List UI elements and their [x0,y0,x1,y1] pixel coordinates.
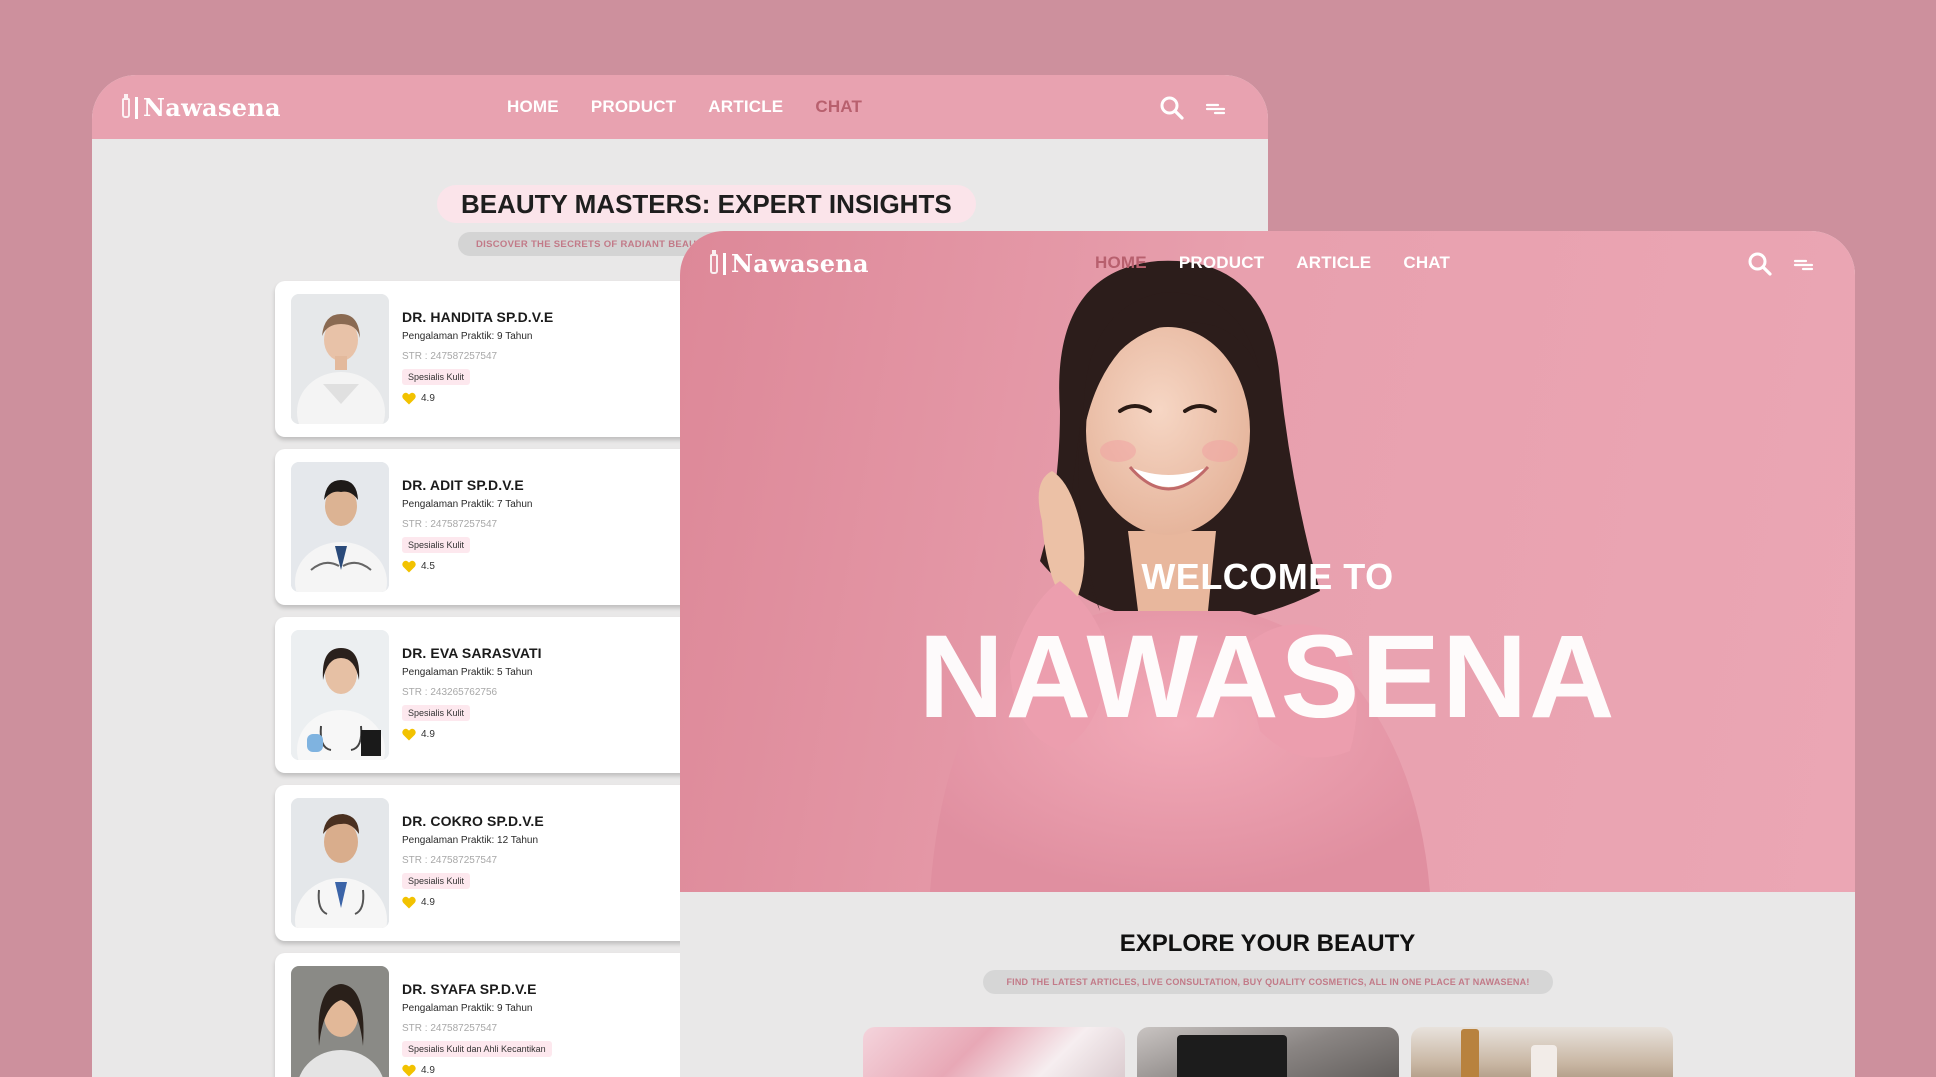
doctor-card[interactable]: DR. SYAFA SP.D.V.E Pengalaman Praktik: 9… [275,953,723,1077]
heart-icon [402,392,416,405]
search-icon[interactable] [1159,95,1185,121]
hero-banner: WELCOME TO NAWASENA [680,231,1855,892]
doctor-rating: 4.5 [402,560,435,573]
doctor-photo [291,798,389,928]
logo-bottle-icon [122,93,130,118]
doctor-rating: 4.9 [402,896,435,909]
laptop-screen [1177,1035,1287,1077]
doctor-photo [291,294,389,424]
doctor-card[interactable]: DR. EVA SARASVATI Pengalaman Praktik: 5 … [275,617,723,773]
feature-card-articles[interactable] [863,1027,1125,1077]
doctor-experience: Pengalaman Praktik: 12 Tahun [402,835,539,846]
doctor-card[interactable]: DR. HANDITA SP.D.V.E Pengalaman Praktik:… [275,281,723,437]
home-window: WELCOME TO NAWASENA Nawasena HOME PRODUC… [680,231,1855,1077]
doctor-photo [291,966,389,1077]
explore-subtitle: FIND THE LATEST ARTICLES, LIVE CONSULTAT… [983,970,1553,994]
nav-chat[interactable]: CHAT [1403,253,1450,273]
rating-value: 4.9 [421,897,435,908]
search-icon[interactable] [1747,251,1773,277]
doctor-str: STR : 247587257547 [402,519,498,530]
logo-bottle-icon [710,249,718,274]
menu-icon[interactable] [1791,251,1817,277]
doctor-experience: Pengalaman Praktik: 5 Tahun [402,667,533,678]
heart-icon [402,1064,416,1077]
heart-icon [402,896,416,909]
heart-icon [402,560,416,573]
logo-divider [723,252,726,275]
heart-icon [402,728,416,741]
logo[interactable]: Nawasena [710,249,869,278]
rating-value: 4.9 [421,393,435,404]
hero-title: NAWASENA [918,611,1617,743]
nav-product[interactable]: PRODUCT [1179,253,1264,273]
doctor-name: DR. COKRO SP.D.V.E [402,813,544,829]
doctor-photo [291,630,389,760]
logo[interactable]: Nawasena [122,93,281,122]
nav-menu: HOME PRODUCT ARTICLE CHAT [1095,231,1450,295]
logo-divider [135,96,138,119]
doctor-rating: 4.9 [402,1064,435,1077]
navbar: Nawasena HOME PRODUCT ARTICLE CHAT [680,231,1855,295]
rating-value: 4.5 [421,561,435,572]
doctor-str: STR : 243265762756 [402,687,498,698]
nav-chat[interactable]: CHAT [815,97,862,117]
doctor-str: STR : 247587257547 [402,1023,498,1034]
nav-menu: HOME PRODUCT ARTICLE CHAT [507,75,862,139]
doctor-str: STR : 247587257547 [402,855,498,866]
doctor-card[interactable]: DR. COKRO SP.D.V.E Pengalaman Praktik: 1… [275,785,723,941]
hero-welcome-text: WELCOME TO [1141,556,1394,597]
specialty-badge: Spesialis Kulit [402,369,471,385]
product-bottle [1461,1029,1479,1077]
product-jar [1531,1045,1557,1077]
doctor-str: STR : 247587257547 [402,351,498,362]
doctor-card[interactable]: DR. ADIT SP.D.V.E Pengalaman Praktik: 7 … [275,449,723,605]
specialty-badge: Spesialis Kulit dan Ahli Kecantikan [402,1041,552,1057]
feature-card-cosmetics[interactable] [1411,1027,1673,1077]
doctor-rating: 4.9 [402,728,435,741]
specialty-badge: Spesialis Kulit [402,705,471,721]
doctor-name: DR. HANDITA SP.D.V.E [402,309,554,325]
doctor-name: DR. EVA SARASVATI [402,645,542,661]
feature-card-consultation[interactable] [1137,1027,1399,1077]
rating-value: 4.9 [421,729,435,740]
nav-product[interactable]: PRODUCT [591,97,676,117]
specialty-badge: Spesialis Kulit [402,537,471,553]
doctor-experience: Pengalaman Praktik: 7 Tahun [402,499,533,510]
section-title: BEAUTY MASTERS: EXPERT INSIGHTS [437,185,976,223]
logo-text: Nawasena [731,249,869,278]
navbar: Nawasena HOME PRODUCT ARTICLE CHAT [92,75,1268,139]
logo-text: Nawasena [143,93,281,122]
doctor-name: DR. ADIT SP.D.V.E [402,477,524,493]
doctor-experience: Pengalaman Praktik: 9 Tahun [402,331,533,342]
nav-home[interactable]: HOME [507,97,559,117]
doctor-rating: 4.9 [402,392,435,405]
nav-article[interactable]: ARTICLE [708,97,783,117]
nav-article[interactable]: ARTICLE [1296,253,1371,273]
rating-value: 4.9 [421,1065,435,1076]
specialty-badge: Spesialis Kulit [402,873,471,889]
doctor-experience: Pengalaman Praktik: 9 Tahun [402,1003,533,1014]
menu-icon[interactable] [1203,95,1229,121]
doctor-name: DR. SYAFA SP.D.V.E [402,981,537,997]
explore-title: EXPLORE YOUR BEAUTY [1119,930,1416,957]
doctor-photo [291,462,389,592]
nav-home[interactable]: HOME [1095,253,1147,273]
